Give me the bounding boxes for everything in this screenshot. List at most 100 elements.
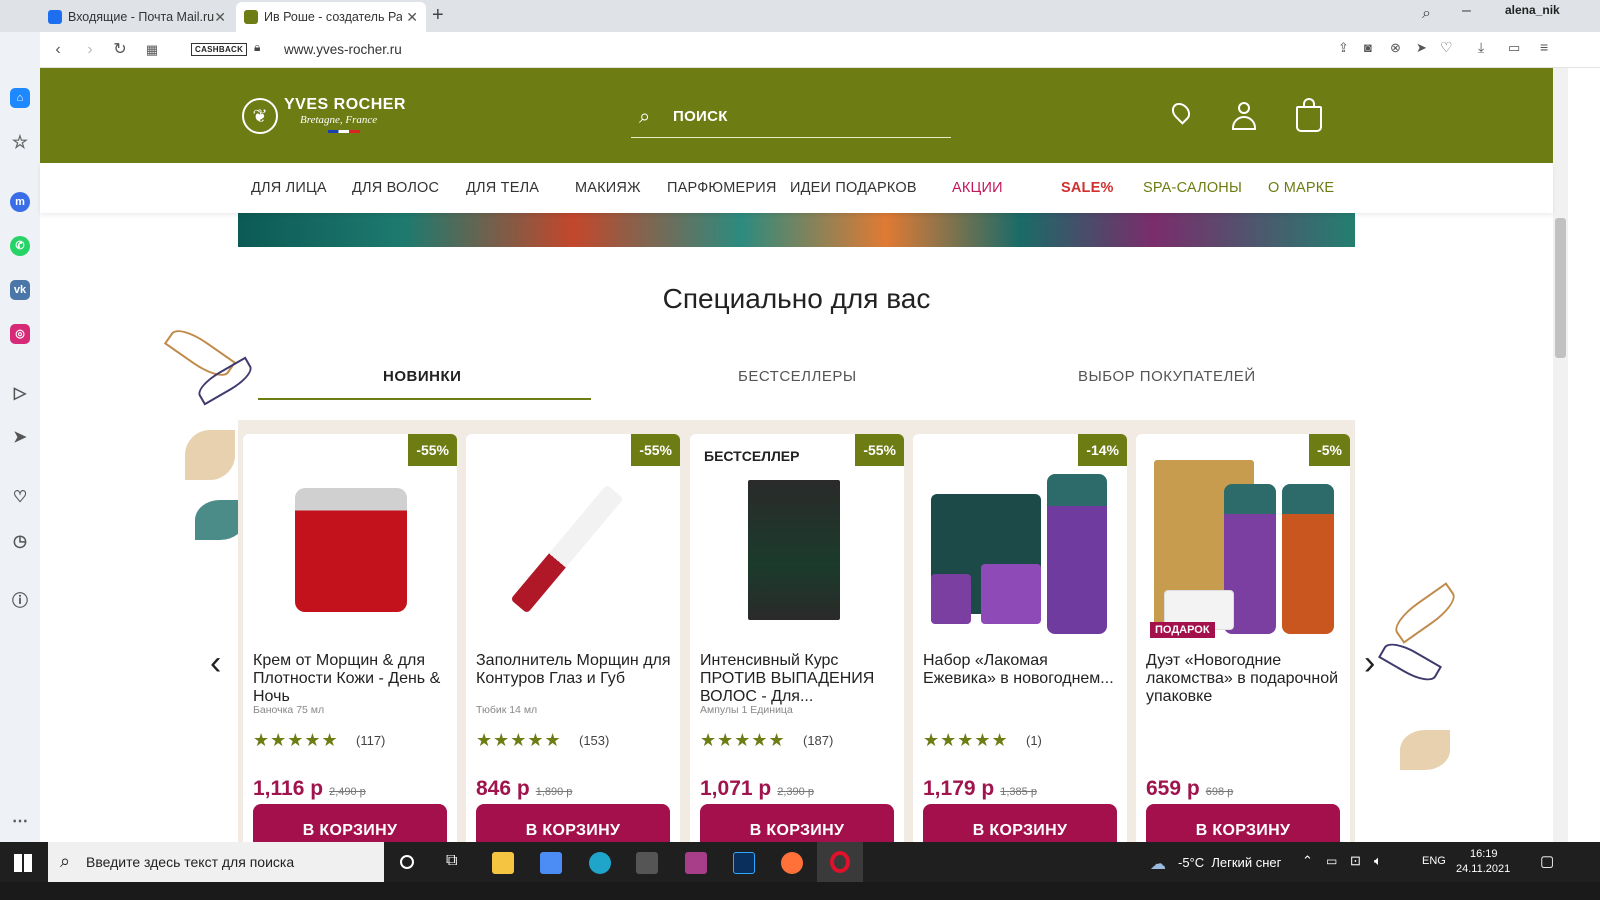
- price: 1,116 р 2,490 р: [253, 777, 366, 800]
- product-card[interactable]: -55% Крем от Морщин & для Плотности Кожи…: [243, 434, 457, 860]
- home-icon[interactable]: ⌂: [10, 88, 30, 108]
- product-name[interactable]: Заполнитель Морщин для Контуров Глаз и Г…: [476, 652, 674, 688]
- history-clock-icon[interactable]: ◷: [10, 532, 30, 552]
- tab-mail[interactable]: Входящие - Почта Mail.ru ✕: [40, 2, 234, 32]
- winrar-icon[interactable]: [685, 852, 707, 874]
- send-icon[interactable]: ➤: [10, 428, 30, 448]
- search-tabs-icon[interactable]: ⌕: [1422, 5, 1431, 23]
- product-name[interactable]: Крем от Морщин & для Плотности Кожи - Де…: [253, 652, 451, 706]
- tab-bestsellers[interactable]: БЕСТСЕЛЛЕРЫ: [738, 368, 857, 385]
- edge-browser-icon[interactable]: [589, 852, 611, 874]
- product-card[interactable]: -55% Заполнитель Морщин для Контуров Гла…: [466, 434, 680, 860]
- instagram-icon[interactable]: ◎: [10, 324, 30, 344]
- tray-chevron-up-icon[interactable]: ⌃: [1302, 853, 1313, 869]
- nav-perfume[interactable]: ПАРФЮМЕРИЯ: [667, 180, 777, 196]
- snapshot-camera-icon[interactable]: ◙: [1364, 40, 1372, 55]
- product-image-eye-filler-tube[interactable]: [510, 484, 624, 614]
- product-card[interactable]: -55% БЕСТСЕЛЛЕР Интенсивный Курс ПРОТИВ …: [690, 434, 904, 860]
- opera-taskbar-active[interactable]: [817, 842, 863, 882]
- product-image-holiday-duo[interactable]: [1154, 460, 1334, 636]
- send-page-icon[interactable]: ➤: [1416, 40, 1427, 56]
- nav-makeup[interactable]: МАКИЯЖ: [575, 180, 641, 196]
- player-icon[interactable]: ▷: [10, 384, 30, 404]
- nav-promotions[interactable]: АКЦИИ: [952, 180, 1003, 196]
- file-explorer-icon[interactable]: [492, 852, 514, 874]
- review-count[interactable]: (187): [803, 733, 833, 748]
- url-field[interactable]: www.yves-rocher.ru: [284, 42, 402, 57]
- bookmarks-star-icon[interactable]: ☆: [10, 132, 30, 152]
- nav-spa[interactable]: SPA-САЛОНЫ: [1143, 180, 1242, 196]
- volume-icon[interactable]: 🔈︎: [1374, 853, 1382, 869]
- easy-setup-menu-icon[interactable]: ≡: [1540, 39, 1548, 55]
- heart-icon[interactable]: ♡: [10, 488, 30, 508]
- product-image-hair-ampoules-box[interactable]: [748, 480, 840, 620]
- clock-date[interactable]: 24.11.2021: [1456, 863, 1510, 875]
- carousel-next-chevron-icon[interactable]: ›: [1364, 646, 1375, 680]
- gift-badge: ПОДАРОК: [1150, 622, 1215, 638]
- lock-icon[interactable]: 🔒︎: [254, 40, 260, 55]
- yves-rocher-logo[interactable]: ❦ YVES ROCHER Bretagne, France: [242, 96, 412, 136]
- nav-sale[interactable]: SALE%: [1061, 180, 1114, 196]
- product-name[interactable]: Интенсивный Курс ПРОТИВ ВЫПАДЕНИЯ ВОЛОС …: [700, 652, 898, 706]
- tab-customer-choice[interactable]: ВЫБОР ПОКУПАТЕЛЕЙ: [1078, 368, 1256, 385]
- cashback-badge[interactable]: CASHBACK: [191, 43, 248, 56]
- product-name[interactable]: Набор «Лакомая Ежевика» в новогоднем...: [923, 652, 1121, 688]
- nav-hair[interactable]: ДЛЯ ВОЛОС: [352, 180, 439, 196]
- network-icon[interactable]: ⊡: [1350, 853, 1361, 869]
- reload-icon[interactable]: ↻: [110, 40, 130, 60]
- store-locator-pin-icon[interactable]: [1168, 99, 1194, 125]
- shopping-bag-icon[interactable]: [1296, 98, 1322, 132]
- forward-icon[interactable]: ›: [80, 40, 100, 60]
- review-count[interactable]: (1): [1026, 733, 1042, 748]
- carousel-prev-chevron-icon[interactable]: ‹: [210, 646, 221, 680]
- product-card[interactable]: -5% ПОДАРОК Дуэт «Новогодние лакомства» …: [1136, 434, 1350, 860]
- cortana-circle-icon[interactable]: [400, 855, 414, 869]
- keyboard-lang[interactable]: ENG: [1422, 855, 1446, 867]
- more-dots-icon[interactable]: ⋯: [10, 812, 30, 832]
- opera-sidebar: ⌂ ☆ m ✆ vk ◎ ▷ ➤ ♡ ◷ ⓘ ⋯: [0, 0, 40, 860]
- favorite-heart-icon[interactable]: ♡: [1440, 39, 1453, 56]
- promo-banner[interactable]: [238, 213, 1355, 247]
- close-tab-icon[interactable]: ✕: [402, 2, 418, 32]
- battery-icon[interactable]: ▭: [1326, 854, 1337, 868]
- microsoft-store-icon[interactable]: [540, 852, 562, 874]
- lightbulb-icon[interactable]: ⓘ: [10, 592, 30, 612]
- speed-dial-icon[interactable]: ▦: [142, 40, 162, 60]
- battery-saver-icon[interactable]: ▭: [1508, 40, 1520, 56]
- photoshop-icon[interactable]: [733, 852, 755, 874]
- download-icon[interactable]: ⤓: [1478, 39, 1484, 56]
- share-icon[interactable]: ⇪: [1338, 40, 1349, 56]
- review-count[interactable]: (153): [579, 733, 609, 748]
- whatsapp-icon[interactable]: ✆: [10, 236, 30, 256]
- page-scrollbar[interactable]: [1553, 68, 1568, 860]
- tab-yves-rocher[interactable]: Ив Роше - создатель Раст ✕: [236, 2, 426, 32]
- back-icon[interactable]: ‹: [48, 40, 68, 60]
- close-tab-icon[interactable]: ✕: [214, 2, 226, 32]
- product-image-red-cream-jar[interactable]: [295, 488, 407, 612]
- messenger-icon[interactable]: m: [10, 192, 30, 212]
- nav-body[interactable]: ДЛЯ ТЕЛА: [466, 180, 539, 196]
- nav-face[interactable]: ДЛЯ ЛИЦА: [251, 180, 327, 196]
- taskbar-search-placeholder: Введите здесь текст для поиска: [86, 854, 295, 870]
- windows-start-icon[interactable]: [14, 854, 32, 872]
- clock-time[interactable]: 16:19: [1470, 848, 1498, 860]
- minimize-icon[interactable]: –: [1462, 2, 1471, 20]
- weather-text[interactable]: -5°C Легкий снег: [1178, 855, 1281, 870]
- firefox-icon[interactable]: [781, 852, 803, 874]
- nav-about[interactable]: О МАРКЕ: [1268, 180, 1334, 196]
- account-user-icon[interactable]: [1232, 102, 1256, 130]
- notifications-icon[interactable]: ▢: [1540, 852, 1554, 870]
- scrollbar-thumb[interactable]: [1555, 218, 1566, 358]
- search-bar[interactable]: ⌕ ПОИСК: [631, 100, 951, 138]
- adblock-icon[interactable]: ⊗: [1390, 40, 1401, 56]
- product-card[interactable]: -14% Набор «Лакомая Ежевика» в новогодне…: [913, 434, 1127, 860]
- tab-new-arrivals[interactable]: НОВИНКИ: [383, 368, 461, 385]
- nav-gift-ideas[interactable]: ИДЕИ ПОДАРКОВ: [790, 180, 917, 196]
- task-view-icon[interactable]: ⧉: [446, 852, 457, 870]
- product-image-blackberry-gift-set[interactable]: [931, 474, 1111, 634]
- review-count[interactable]: (117): [356, 733, 385, 748]
- taskbar-search-box[interactable]: ⌕ Введите здесь текст для поиска: [48, 842, 384, 882]
- product-name[interactable]: Дуэт «Новогодние лакомства» в подарочной…: [1146, 652, 1344, 706]
- movie-app-icon[interactable]: [636, 852, 658, 874]
- new-tab-button[interactable]: +: [432, 4, 444, 27]
